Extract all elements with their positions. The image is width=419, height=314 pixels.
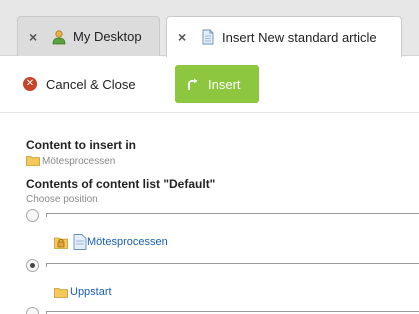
locked-folder-icon [54, 237, 68, 249]
tab-label: My Desktop [73, 29, 142, 44]
tab-label: Insert New standard article [222, 29, 377, 45]
position-divider [46, 263, 419, 267]
cancel-close-label: Cancel & Close [46, 76, 136, 92]
folder-icon [26, 156, 40, 166]
content-folder-name: Mötesprocessen [42, 156, 116, 167]
folder-icon [54, 287, 68, 298]
cancel-close-button[interactable]: ✕ Cancel & Close [23, 75, 136, 93]
position-divider [46, 311, 419, 314]
position-radio-1[interactable] [26, 209, 39, 222]
tab-my-desktop[interactable]: × My Desktop [17, 16, 160, 56]
choose-position-label: Choose position [26, 194, 98, 205]
position-radio-2[interactable] [26, 259, 39, 272]
list-item-link[interactable]: Uppstart [70, 286, 112, 298]
content-to-insert-heading: Content to insert in [26, 138, 136, 152]
position-divider [46, 213, 419, 217]
cancel-icon: ✕ [23, 77, 37, 91]
close-tab-icon[interactable]: × [178, 30, 192, 44]
tab-insert-article[interactable]: × Insert New standard article [166, 16, 402, 57]
list-item[interactable]: Uppstart [54, 286, 112, 298]
insert-arrow-icon [188, 78, 198, 90]
tab-strip: × My Desktop × Insert New standard artic… [0, 0, 419, 57]
page-icon [73, 234, 87, 250]
position-radio-3[interactable] [26, 307, 39, 314]
list-item-link[interactable]: Mötesprocessen [87, 236, 168, 248]
insert-button[interactable]: Insert [175, 65, 259, 103]
page-icon [200, 29, 216, 45]
toolbar: ✕ Cancel & Close Insert [0, 57, 419, 113]
insert-label: Insert [208, 76, 241, 92]
person-icon [51, 29, 67, 45]
list-item[interactable]: Mötesprocessen [54, 234, 168, 250]
insert-form: Content to insert in Mötesprocessen Cont… [0, 114, 419, 314]
close-tab-icon[interactable]: × [29, 30, 43, 44]
content-list-heading: Contents of content list "Default" [26, 177, 216, 191]
